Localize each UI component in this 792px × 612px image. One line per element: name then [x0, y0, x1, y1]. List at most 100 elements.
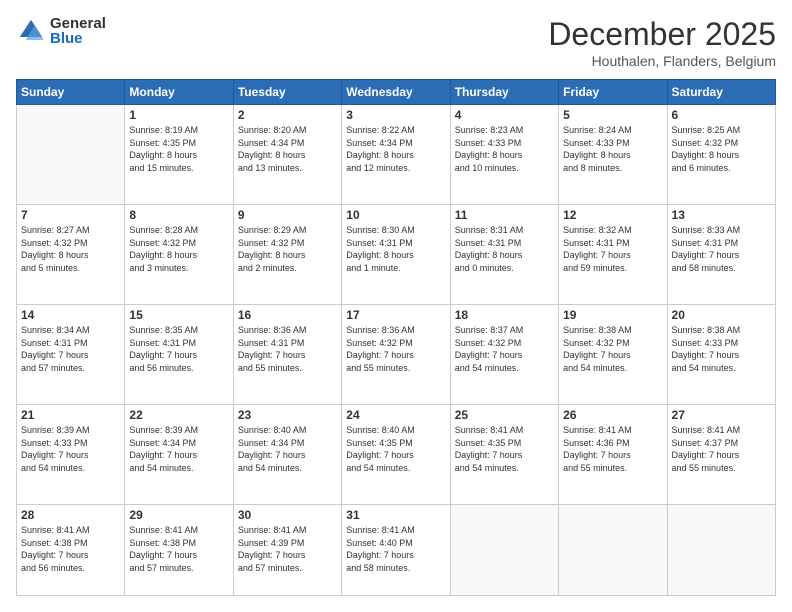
day-number: 27: [672, 408, 771, 422]
calendar-cell: [17, 105, 125, 205]
calendar-cell: 26 Sunrise: 8:41 AM Sunset: 4:36 PM Dayli…: [559, 405, 667, 505]
calendar-cell: 12 Sunrise: 8:32 AM Sunset: 4:31 PM Dayli…: [559, 205, 667, 305]
cell-info: Sunrise: 8:39 AM Sunset: 4:34 PM Dayligh…: [129, 424, 228, 474]
weekday-header-cell: Wednesday: [342, 80, 450, 105]
cell-info: Sunrise: 8:31 AM Sunset: 4:31 PM Dayligh…: [455, 224, 554, 274]
cell-info: Sunrise: 8:38 AM Sunset: 4:33 PM Dayligh…: [672, 324, 771, 374]
calendar-cell: 19 Sunrise: 8:38 AM Sunset: 4:32 PM Dayli…: [559, 305, 667, 405]
weekday-header-cell: Saturday: [667, 80, 775, 105]
calendar-cell: 1 Sunrise: 8:19 AM Sunset: 4:35 PM Daylig…: [125, 105, 233, 205]
day-number: 15: [129, 308, 228, 322]
calendar-cell: 4Sunrise: 8:23 AM Sunset: 4:33 PM Daylig…: [450, 105, 558, 205]
logo-general: General: [50, 16, 106, 31]
month-title: December 2025: [548, 16, 776, 53]
day-number: 13: [672, 208, 771, 222]
calendar-cell: 25 Sunrise: 8:41 AM Sunset: 4:35 PM Dayli…: [450, 405, 558, 505]
cell-info: Sunrise: 8:36 AM Sunset: 4:32 PM Dayligh…: [346, 324, 445, 374]
cell-info: Sunrise: 8:35 AM Sunset: 4:31 PM Dayligh…: [129, 324, 228, 374]
day-number: 6: [672, 108, 771, 122]
cell-info: Sunrise: 8:29 AM Sunset: 4:32 PM Dayligh…: [238, 224, 337, 274]
day-number: 20: [672, 308, 771, 322]
calendar-cell: 7 Sunrise: 8:27 AM Sunset: 4:32 PM Daylig…: [17, 205, 125, 305]
cell-info: Sunrise: 8:39 AM Sunset: 4:33 PM Dayligh…: [21, 424, 120, 474]
day-number: 29: [129, 508, 228, 522]
day-number: 12: [563, 208, 662, 222]
calendar-cell: 6 Sunrise: 8:25 AM Sunset: 4:32 PM Daylig…: [667, 105, 775, 205]
calendar-cell: 17 Sunrise: 8:36 AM Sunset: 4:32 PM Dayli…: [342, 305, 450, 405]
cell-info: Sunrise: 8:34 AM Sunset: 4:31 PM Dayligh…: [21, 324, 120, 374]
page: General Blue December 2025 Houthalen, Fl…: [0, 0, 792, 612]
calendar-week-row: 28Sunrise: 8:41 AM Sunset: 4:38 PM Dayli…: [17, 505, 776, 596]
day-number: 24: [346, 408, 445, 422]
weekday-header-cell: Friday: [559, 80, 667, 105]
calendar-cell: 8Sunrise: 8:28 AM Sunset: 4:32 PM Daylig…: [125, 205, 233, 305]
cell-info: Sunrise: 8:41 AM Sunset: 4:35 PM Dayligh…: [455, 424, 554, 474]
location-title: Houthalen, Flanders, Belgium: [548, 53, 776, 69]
calendar-cell: 24 Sunrise: 8:40 AM Sunset: 4:35 PM Dayli…: [342, 405, 450, 505]
day-number: 14: [21, 308, 120, 322]
cell-info: Sunrise: 8:40 AM Sunset: 4:34 PM Dayligh…: [238, 424, 337, 474]
day-number: 16: [238, 308, 337, 322]
cell-info: Sunrise: 8:33 AM Sunset: 4:31 PM Dayligh…: [672, 224, 771, 274]
day-number: 4: [455, 108, 554, 122]
calendar-body: 1 Sunrise: 8:19 AM Sunset: 4:35 PM Daylig…: [17, 105, 776, 596]
calendar-cell: 27Sunrise: 8:41 AM Sunset: 4:37 PM Dayli…: [667, 405, 775, 505]
cell-info: Sunrise: 8:38 AM Sunset: 4:32 PM Dayligh…: [563, 324, 662, 374]
calendar-cell: 28Sunrise: 8:41 AM Sunset: 4:38 PM Dayli…: [17, 505, 125, 596]
cell-info: Sunrise: 8:27 AM Sunset: 4:32 PM Dayligh…: [21, 224, 120, 274]
day-number: 26: [563, 408, 662, 422]
cell-info: Sunrise: 8:37 AM Sunset: 4:32 PM Dayligh…: [455, 324, 554, 374]
weekday-header-cell: Thursday: [450, 80, 558, 105]
calendar-cell: 18Sunrise: 8:37 AM Sunset: 4:32 PM Dayli…: [450, 305, 558, 405]
calendar-cell: 13 Sunrise: 8:33 AM Sunset: 4:31 PM Dayli…: [667, 205, 775, 305]
day-number: 2: [238, 108, 337, 122]
day-number: 25: [455, 408, 554, 422]
calendar-cell: 3 Sunrise: 8:22 AM Sunset: 4:34 PM Daylig…: [342, 105, 450, 205]
day-number: 19: [563, 308, 662, 322]
day-number: 21: [21, 408, 120, 422]
cell-info: Sunrise: 8:41 AM Sunset: 4:38 PM Dayligh…: [129, 524, 228, 574]
cell-info: Sunrise: 8:25 AM Sunset: 4:32 PM Dayligh…: [672, 124, 771, 174]
day-number: 22: [129, 408, 228, 422]
calendar-table: SundayMondayTuesdayWednesdayThursdayFrid…: [16, 79, 776, 596]
day-number: 9: [238, 208, 337, 222]
cell-info: Sunrise: 8:24 AM Sunset: 4:33 PM Dayligh…: [563, 124, 662, 174]
calendar-cell: [667, 505, 775, 596]
cell-info: Sunrise: 8:41 AM Sunset: 4:39 PM Dayligh…: [238, 524, 337, 574]
calendar-cell: 23Sunrise: 8:40 AM Sunset: 4:34 PM Dayli…: [233, 405, 341, 505]
cell-info: Sunrise: 8:30 AM Sunset: 4:31 PM Dayligh…: [346, 224, 445, 274]
calendar-week-row: 7 Sunrise: 8:27 AM Sunset: 4:32 PM Daylig…: [17, 205, 776, 305]
day-number: 17: [346, 308, 445, 322]
cell-info: Sunrise: 8:40 AM Sunset: 4:35 PM Dayligh…: [346, 424, 445, 474]
day-number: 1: [129, 108, 228, 122]
day-number: 5: [563, 108, 662, 122]
day-number: 10: [346, 208, 445, 222]
cell-info: Sunrise: 8:20 AM Sunset: 4:34 PM Dayligh…: [238, 124, 337, 174]
calendar-cell: [450, 505, 558, 596]
calendar-cell: [559, 505, 667, 596]
cell-info: Sunrise: 8:32 AM Sunset: 4:31 PM Dayligh…: [563, 224, 662, 274]
calendar-week-row: 14 Sunrise: 8:34 AM Sunset: 4:31 PM Dayli…: [17, 305, 776, 405]
calendar-cell: 30 Sunrise: 8:41 AM Sunset: 4:39 PM Dayli…: [233, 505, 341, 596]
cell-info: Sunrise: 8:41 AM Sunset: 4:38 PM Dayligh…: [21, 524, 120, 574]
calendar-cell: 31 Sunrise: 8:41 AM Sunset: 4:40 PM Dayli…: [342, 505, 450, 596]
logo-icon: [16, 16, 46, 46]
cell-info: Sunrise: 8:22 AM Sunset: 4:34 PM Dayligh…: [346, 124, 445, 174]
weekday-header-cell: Monday: [125, 80, 233, 105]
calendar-cell: 10 Sunrise: 8:30 AM Sunset: 4:31 PM Dayli…: [342, 205, 450, 305]
day-number: 30: [238, 508, 337, 522]
calendar-cell: 21 Sunrise: 8:39 AM Sunset: 4:33 PM Dayli…: [17, 405, 125, 505]
day-number: 3: [346, 108, 445, 122]
calendar-cell: 5 Sunrise: 8:24 AM Sunset: 4:33 PM Daylig…: [559, 105, 667, 205]
cell-info: Sunrise: 8:19 AM Sunset: 4:35 PM Dayligh…: [129, 124, 228, 174]
calendar-cell: 22 Sunrise: 8:39 AM Sunset: 4:34 PM Dayli…: [125, 405, 233, 505]
weekday-header-cell: Tuesday: [233, 80, 341, 105]
cell-info: Sunrise: 8:41 AM Sunset: 4:40 PM Dayligh…: [346, 524, 445, 574]
logo: General Blue: [16, 16, 106, 46]
day-number: 31: [346, 508, 445, 522]
calendar-cell: 14 Sunrise: 8:34 AM Sunset: 4:31 PM Dayli…: [17, 305, 125, 405]
logo-text: General Blue: [50, 16, 106, 46]
calendar-cell: 9 Sunrise: 8:29 AM Sunset: 4:32 PM Daylig…: [233, 205, 341, 305]
cell-info: Sunrise: 8:41 AM Sunset: 4:36 PM Dayligh…: [563, 424, 662, 474]
day-number: 7: [21, 208, 120, 222]
